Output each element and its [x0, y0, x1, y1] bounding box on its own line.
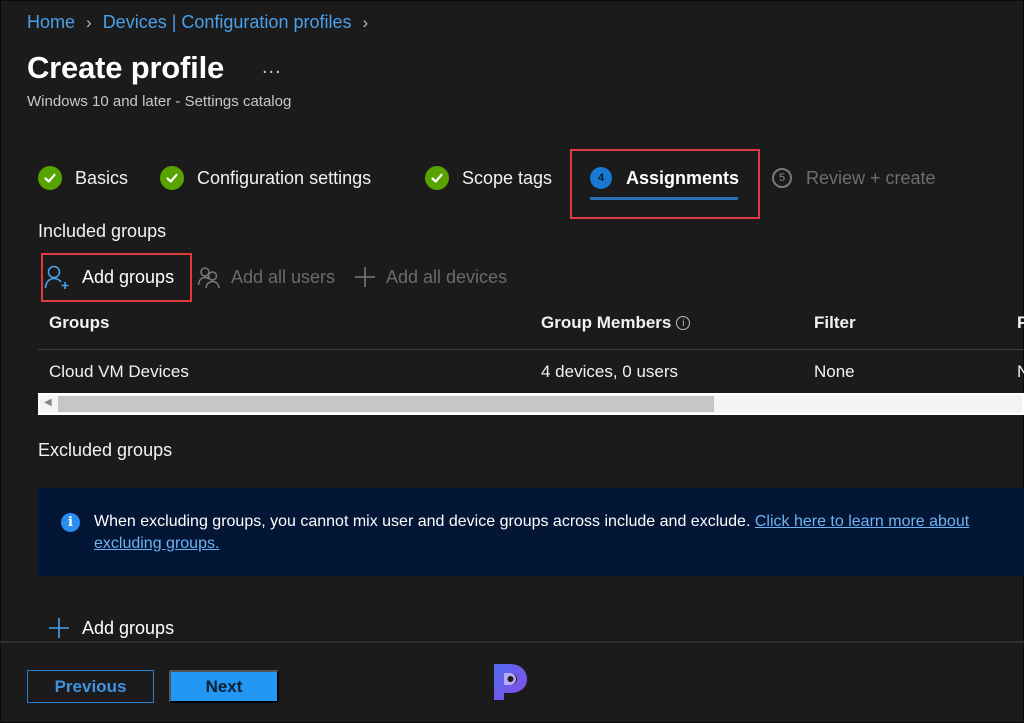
- column-header-filter[interactable]: Filter: [814, 313, 856, 333]
- add-groups-label: Add groups: [82, 617, 175, 638]
- step-label: Configuration settings: [197, 167, 372, 188]
- add-all-devices-label: Add all devices: [386, 266, 508, 287]
- cell-filter-mode: N: [1017, 362, 1024, 381]
- excluded-groups-label: Excluded groups: [38, 440, 173, 460]
- footer-divider: [0, 641, 1024, 643]
- step-review-create[interactable]: 5 Review + create: [772, 163, 936, 193]
- step-label: Scope tags: [462, 167, 553, 188]
- step-number-badge: 5: [772, 168, 792, 188]
- column-header-group-members[interactable]: Group Members i: [541, 313, 691, 333]
- page-subtitle: Windows 10 and later - Settings catalog: [27, 93, 292, 110]
- plus-icon: [355, 267, 375, 287]
- info-icon: i: [61, 513, 80, 532]
- highlight-box-add-groups: [41, 253, 192, 302]
- info-banner-text: When excluding groups, you cannot mix us…: [94, 513, 970, 552]
- users-icon: [197, 267, 220, 289]
- chevron-right-icon: ›: [362, 12, 369, 32]
- column-header-filter-mode[interactable]: F: [1017, 313, 1024, 333]
- step-label: Basics: [75, 167, 129, 188]
- page-title: Create profile: [27, 50, 225, 85]
- breadcrumb: Home › Devices | Configuration profiles …: [27, 12, 379, 33]
- next-button[interactable]: Next: [169, 670, 279, 703]
- add-all-users-label: Add all users: [231, 266, 336, 287]
- scroll-left-arrow-icon[interactable]: ◀: [44, 397, 52, 408]
- checkmark-icon: [160, 166, 184, 190]
- add-all-devices-button[interactable]: Add all devices: [354, 262, 507, 292]
- scrollbar-thumb[interactable]: [58, 396, 714, 412]
- step-basics[interactable]: Basics: [38, 163, 128, 193]
- step-configuration-settings[interactable]: Configuration settings: [160, 163, 371, 193]
- info-banner: i When excluding groups, you cannot mix …: [38, 488, 1024, 576]
- chevron-right-icon: ›: [86, 12, 92, 32]
- cell-filter: None: [814, 362, 855, 381]
- step-label: Review + create: [806, 167, 936, 188]
- add-all-users-button[interactable]: Add all users: [197, 262, 335, 292]
- more-options-button[interactable]: ...: [262, 56, 282, 79]
- step-scope-tags[interactable]: Scope tags: [425, 163, 552, 193]
- included-groups-label: Included groups: [38, 221, 167, 241]
- horizontal-scrollbar[interactable]: ◀: [38, 393, 1024, 415]
- info-icon[interactable]: i: [676, 316, 691, 330]
- site-logo-icon: [490, 661, 530, 703]
- cell-group-name: Cloud VM Devices: [49, 362, 189, 381]
- previous-button[interactable]: Previous: [27, 670, 154, 703]
- checkmark-icon: [38, 166, 62, 190]
- add-excluded-groups-button[interactable]: Add groups: [48, 614, 174, 642]
- breadcrumb-configuration-profiles[interactable]: Devices | Configuration profiles: [103, 12, 352, 33]
- highlight-box-assignments: [570, 149, 760, 219]
- table-divider: [38, 349, 1024, 350]
- breadcrumb-home[interactable]: Home: [27, 12, 75, 33]
- column-header-groups[interactable]: Groups: [49, 313, 109, 333]
- cell-group-members: 4 devices, 0 users: [541, 362, 679, 381]
- plus-icon: [49, 618, 69, 638]
- checkmark-icon: [425, 166, 449, 190]
